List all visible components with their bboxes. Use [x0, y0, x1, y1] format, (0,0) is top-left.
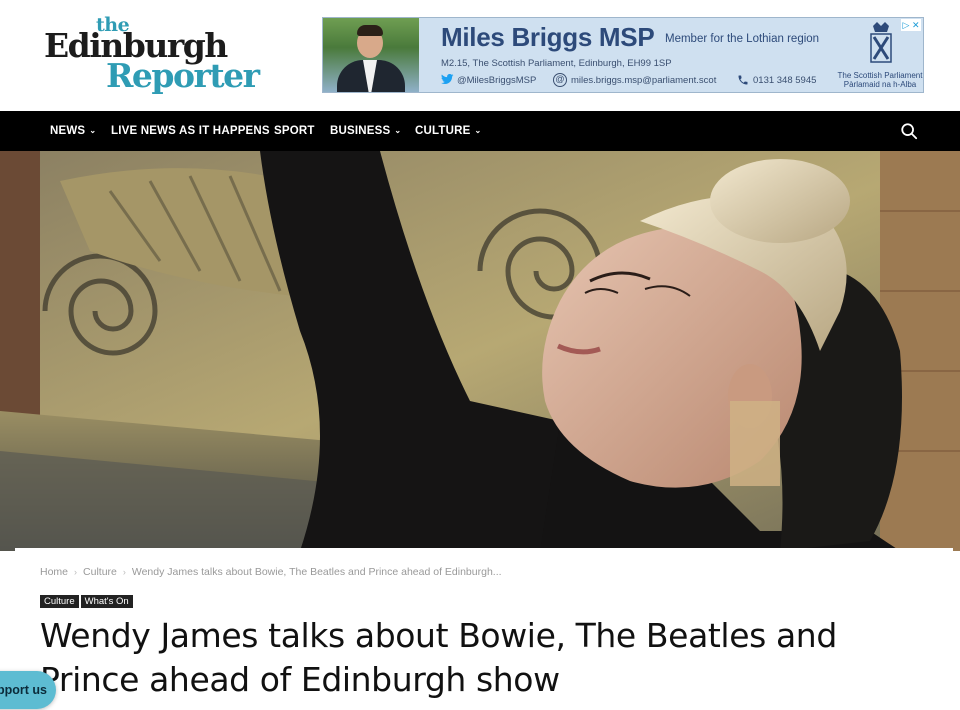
advert-banner[interactable]: Miles Briggs MSP Member for the Lothian …: [322, 17, 924, 93]
hero-photo: [0, 151, 960, 551]
phone-icon: [738, 75, 748, 85]
article-header: Home › Culture › Wendy James talks about Bow…: [15, 548, 953, 710]
advert-address: M2.15, The Scottish Parliament, Edinburg…: [441, 58, 672, 69]
advert-photo: [323, 18, 419, 92]
nav-item-sport[interactable]: SPORT: [274, 111, 315, 151]
tag-culture[interactable]: Culture: [40, 595, 79, 608]
hero-image: [0, 151, 960, 551]
parliament-crest-icon: [870, 22, 892, 63]
nav-item-business[interactable]: BUSINESS ⌄: [330, 111, 401, 151]
tag-whats-on[interactable]: What's On: [80, 595, 133, 608]
logo-reporter: Reporter: [106, 56, 260, 95]
article-title: Wendy James talks about Bowie, The Beatl…: [40, 616, 837, 699]
breadcrumb-culture[interactable]: Culture: [83, 566, 117, 578]
main-nav: NEWS ⌄ LIVE NEWS AS IT HAPPENS SPORT BUSI…: [0, 111, 960, 151]
breadcrumb-separator: ›: [74, 567, 78, 577]
breadcrumb-separator: ›: [122, 567, 126, 577]
email-icon: @: [553, 73, 567, 87]
advert-twitter: @MilesBriggsMSP: [457, 75, 537, 86]
parliament-en: The Scottish Parliament: [837, 71, 923, 80]
breadcrumb: Home › Culture › Wendy James talks about Bow…: [40, 566, 502, 578]
support-us-button[interactable]: Support us: [0, 671, 56, 709]
advert-role: Member for the Lothian region: [665, 33, 820, 45]
chevron-down-icon: ⌄: [474, 126, 482, 135]
breadcrumb-current: Wendy James talks about Bowie, The Beatl…: [131, 566, 502, 578]
nav-item-culture[interactable]: CULTURE ⌄: [415, 111, 481, 151]
parliament-gd: Pàrlamaid na h-Alba: [843, 80, 917, 89]
site-header: the Edinburgh Reporter Miles Briggs MSP …: [0, 0, 960, 111]
nav-label: NEWS: [50, 125, 86, 137]
search-icon[interactable]: [900, 122, 918, 140]
adchoices-icon[interactable]: ▷ ✕: [901, 19, 921, 31]
site-logo[interactable]: the Edinburgh Reporter: [44, 14, 284, 98]
nav-label: CULTURE: [415, 125, 471, 137]
nav-label: LIVE NEWS AS IT HAPPENS: [111, 125, 270, 137]
twitter-icon: [441, 74, 454, 85]
nav-label: BUSINESS: [330, 125, 391, 137]
category-tags: Culture What's On: [40, 591, 135, 609]
breadcrumb-home[interactable]: Home: [40, 566, 68, 578]
advert-name: Miles Briggs MSP: [441, 22, 655, 52]
advert-email: miles.briggs.msp@parliament.scot: [571, 75, 717, 86]
nav-item-live-news[interactable]: LIVE NEWS AS IT HAPPENS: [111, 111, 270, 151]
chevron-down-icon: ⌄: [89, 126, 97, 135]
nav-label: SPORT: [274, 125, 315, 137]
advert-phone: 0131 348 5945: [753, 75, 817, 86]
advert-parliament: The Scottish Parliament Pàrlamaid na h-A…: [835, 71, 923, 89]
nav-item-news[interactable]: NEWS ⌄: [50, 111, 96, 151]
chevron-down-icon: ⌄: [394, 126, 402, 135]
